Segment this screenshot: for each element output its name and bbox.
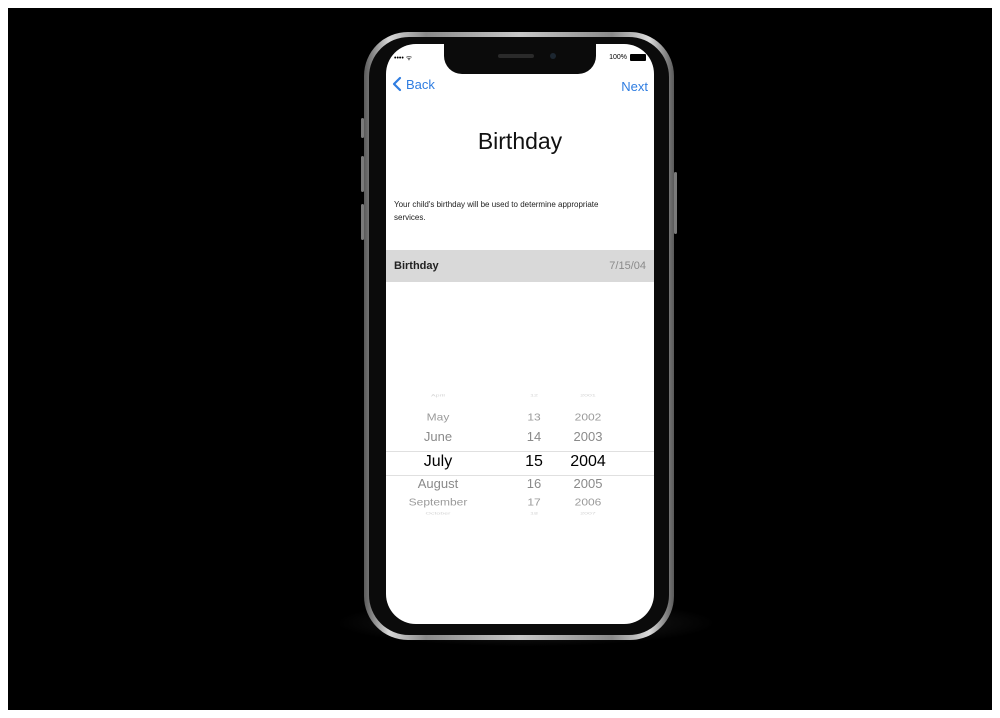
battery-percent: 100% xyxy=(609,54,627,61)
month-item: May xyxy=(426,411,450,423)
volume-up-button xyxy=(361,156,364,192)
volume-down-button xyxy=(361,204,364,240)
next-button[interactable]: Next xyxy=(621,79,648,94)
month-item: August xyxy=(417,476,459,491)
mute-switch xyxy=(361,118,364,138)
back-label: Back xyxy=(406,76,435,92)
battery-icon xyxy=(630,54,646,61)
description-text: Your child's birthday will be used to de… xyxy=(394,200,599,222)
power-button xyxy=(674,172,677,234)
signal-indicator: •••• ᯤ xyxy=(394,55,413,62)
year-wheel[interactable]: 2001 2002 2003 2004 2005 2006 2007 xyxy=(562,393,614,526)
day-item: 16 xyxy=(526,476,542,491)
year-item: 2006 xyxy=(574,496,602,508)
birthday-row-label: Birthday xyxy=(394,260,439,272)
year-item: 2002 xyxy=(574,411,602,423)
day-item-selected: 15 xyxy=(525,453,543,470)
year-item: 2003 xyxy=(573,429,603,444)
year-item: 2005 xyxy=(573,476,603,491)
notch xyxy=(444,44,596,74)
month-item: June xyxy=(423,429,453,444)
month-item: April xyxy=(430,393,445,398)
day-item: 13 xyxy=(527,411,541,423)
year-item-selected: 2004 xyxy=(570,453,606,470)
front-camera xyxy=(550,53,556,59)
day-item: 12 xyxy=(530,393,538,398)
speaker-grille xyxy=(498,54,534,58)
phone-screen: •••• ᯤ 100% Back Next Birthday Your chil… xyxy=(386,44,654,624)
year-item: 2007 xyxy=(580,511,596,516)
page-title: Birthday xyxy=(477,128,563,154)
day-wheel[interactable]: 12 13 14 15 16 17 18 xyxy=(518,393,550,526)
month-wheel[interactable]: April May June July August September Oct… xyxy=(398,393,478,526)
day-item: 14 xyxy=(526,429,542,444)
month-item: September xyxy=(408,496,468,508)
battery-status: 100% xyxy=(609,54,646,61)
month-item: October xyxy=(425,511,451,516)
birthday-row-value: 7/15/04 xyxy=(609,260,646,272)
year-item: 2001 xyxy=(580,393,596,398)
day-item: 18 xyxy=(530,511,538,516)
month-item-selected: July xyxy=(423,453,453,470)
date-picker[interactable]: April May June July August September Oct… xyxy=(386,393,654,526)
birthday-row[interactable]: Birthday 7/15/04 xyxy=(386,250,654,282)
day-item: 17 xyxy=(527,496,541,508)
back-button[interactable]: Back xyxy=(390,76,435,92)
chevron-left-icon xyxy=(392,76,402,92)
